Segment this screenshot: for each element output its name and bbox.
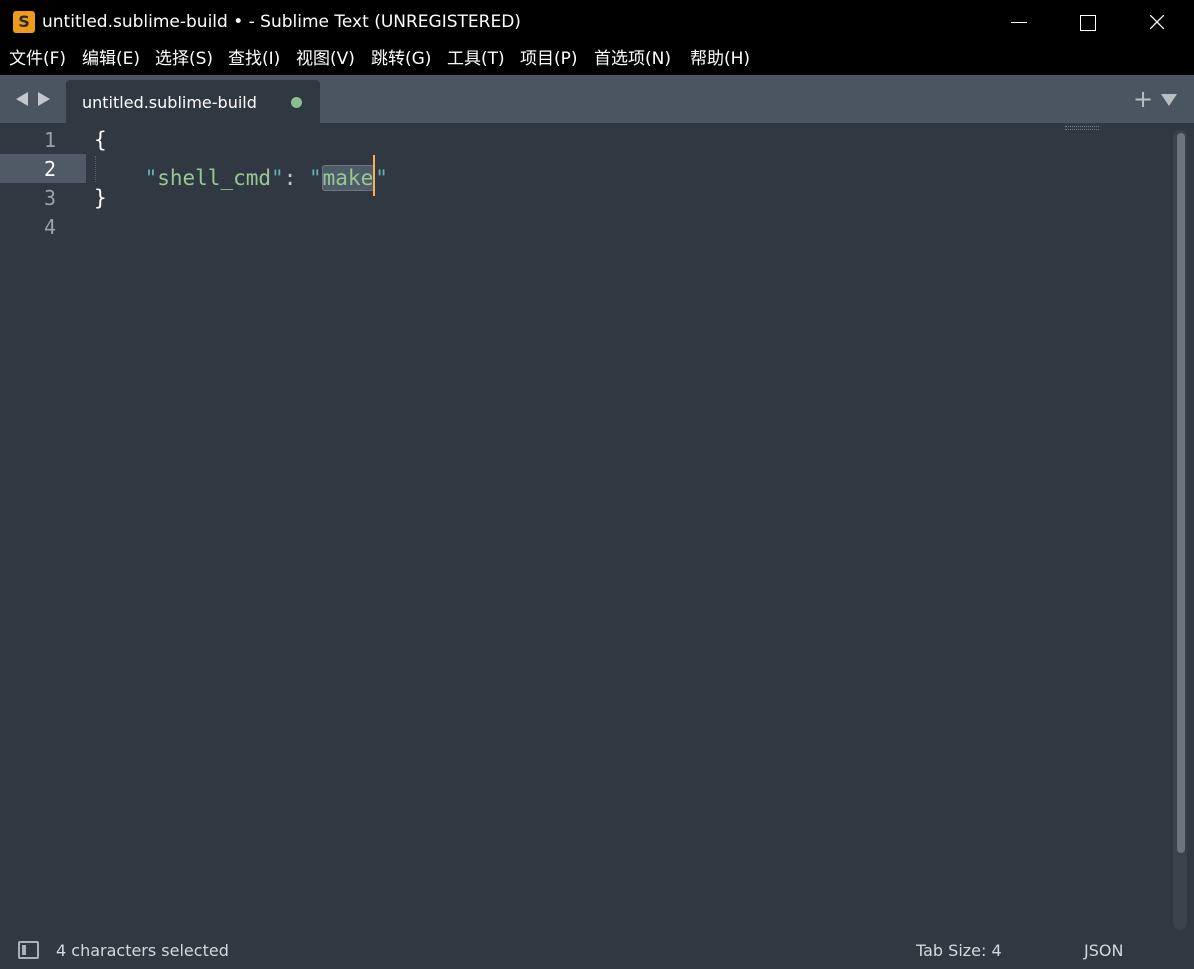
key-quote-close: " [271, 166, 284, 190]
json-key: shell_cmd [157, 166, 272, 190]
tab-bar: untitled.sublime-build + [0, 75, 1194, 123]
json-colon: : [283, 166, 309, 190]
key-quote-open: " [144, 166, 158, 190]
maximize-button[interactable] [1052, 0, 1122, 44]
minimap[interactable] [1065, 126, 1099, 130]
new-tab-plus-icon[interactable]: + [1133, 87, 1153, 111]
line-number: 1 [43, 128, 56, 152]
code-editor[interactable]: 1 2 3 4 { "shell_cmd": "make" } [0, 123, 1194, 933]
tab-size-indicator[interactable]: Tab Size: 4 [916, 941, 1002, 961]
minimize-button[interactable] [984, 0, 1054, 44]
tab-list-chevron-down-icon[interactable] [1161, 94, 1177, 106]
menu-goto[interactable]: 跳转(G) [371, 49, 431, 69]
menu-help[interactable]: 帮助(H) [690, 49, 750, 69]
nav-back-arrow-icon[interactable] [16, 92, 28, 106]
menu-selection[interactable]: 选择(S) [155, 49, 213, 69]
menu-file[interactable]: 文件(F) [9, 49, 66, 69]
vertical-scrollbar-thumb[interactable] [1177, 133, 1185, 853]
selection-status: 4 characters selected [56, 941, 229, 960]
menu-bar: 文件(F) 编辑(E) 选择(S) 查找(I) 视图(V) 跳转(G) 工具(T… [0, 44, 1194, 75]
unsaved-dot-icon[interactable] [291, 97, 302, 108]
close-brace: } [94, 186, 107, 210]
line-number: 3 [43, 186, 56, 210]
tab-label: untitled.sublime-build [82, 93, 257, 112]
code-line-2: "shell_cmd": "make" [94, 155, 388, 196]
menu-edit[interactable]: 编辑(E) [82, 49, 140, 69]
menu-tools[interactable]: 工具(T) [447, 49, 505, 69]
close-button[interactable] [1122, 0, 1192, 44]
code-line-3: } [94, 184, 107, 213]
line-number-current: 2 [43, 157, 56, 181]
syntax-indicator[interactable]: JSON [1084, 941, 1123, 961]
value-quote-close: " [375, 166, 388, 190]
side-panel-toggle-icon[interactable] [18, 941, 39, 959]
code-line-1: { [94, 126, 107, 155]
line-number: 4 [43, 215, 56, 239]
title-bar: S untitled.sublime-build • - Sublime Tex… [0, 0, 1194, 44]
menu-project[interactable]: 项目(P) [520, 49, 578, 69]
tab-untitled-sublime-build[interactable]: untitled.sublime-build [66, 80, 320, 123]
value-quote-open: " [308, 166, 322, 190]
close-icon [1150, 15, 1164, 29]
menu-preferences[interactable]: 首选项(N) [594, 49, 671, 69]
menu-find[interactable]: 查找(I) [228, 49, 280, 69]
nav-forward-arrow-icon[interactable] [38, 92, 50, 106]
open-brace: { [94, 128, 107, 152]
sublime-text-logo-icon: S [13, 11, 35, 33]
menu-view[interactable]: 视图(V) [296, 49, 355, 69]
status-bar: 4 characters selected Tab Size: 4 JSON [0, 933, 1194, 969]
window-title: untitled.sublime-build • - Sublime Text … [42, 12, 521, 32]
selected-json-value[interactable]: make [321, 165, 375, 191]
